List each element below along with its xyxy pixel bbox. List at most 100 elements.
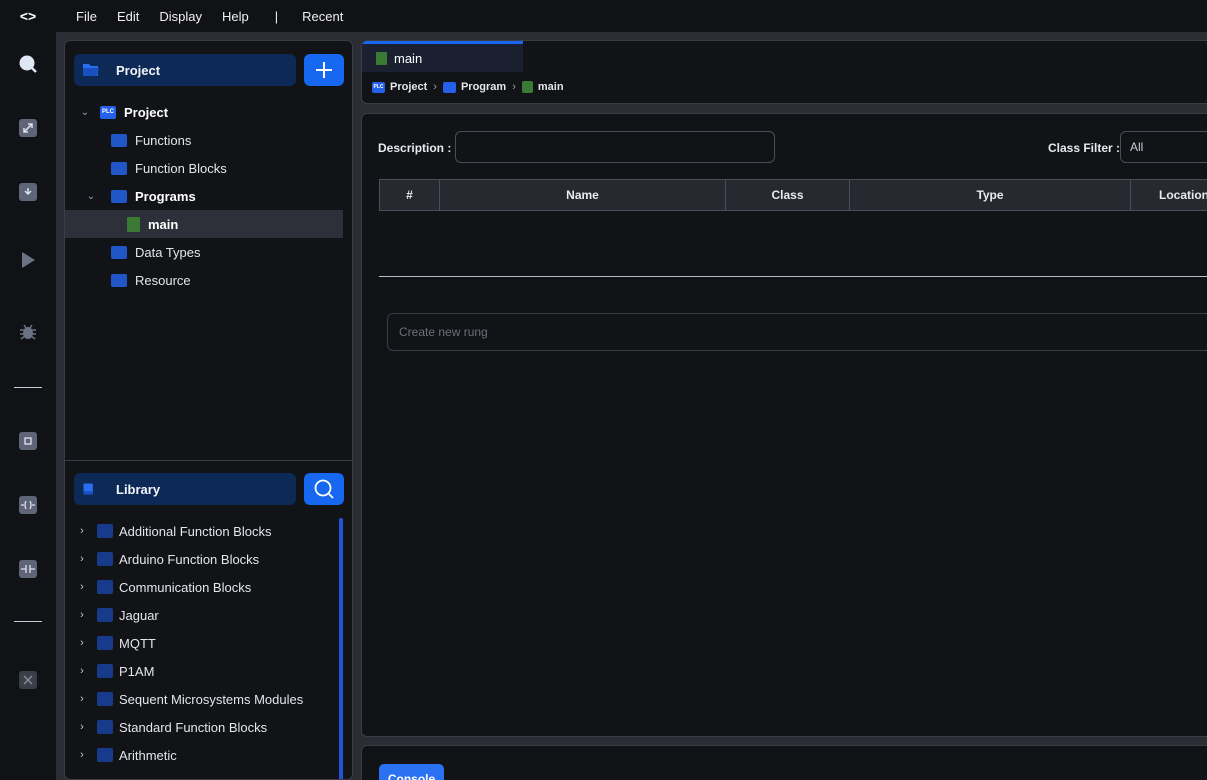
menu-help[interactable]: Help (222, 9, 249, 24)
tree-item-functions[interactable]: Functions (65, 126, 343, 154)
chevron-right-icon[interactable]: › (77, 581, 87, 593)
tree-item-programs[interactable]: ⌄ Programs (65, 182, 343, 210)
chevron-down-icon[interactable]: ⌄ (80, 107, 90, 118)
description-input[interactable] (455, 131, 775, 163)
search-icon[interactable] (18, 54, 38, 74)
folder-icon (97, 692, 113, 706)
class-filter-label: Class Filter : (1048, 141, 1121, 155)
tree-item-main[interactable]: main (65, 210, 343, 238)
library-header-title: Library (116, 481, 161, 497)
resource-icon (111, 273, 127, 287)
console-panel: Console (361, 745, 1207, 780)
column-header-class[interactable]: Class (726, 180, 850, 210)
library-item[interactable]: › Additional Function Blocks (65, 517, 337, 545)
library-item[interactable]: › Arithmetic (65, 741, 337, 769)
chevron-right-icon[interactable]: › (77, 749, 87, 761)
tree-item-label: Functions (135, 132, 192, 148)
library-item[interactable]: › Jaguar (65, 601, 337, 629)
menu-file[interactable]: File (76, 9, 97, 24)
library-item-label: Sequent Microsystems Modules (119, 691, 304, 707)
download-icon[interactable] (18, 182, 38, 202)
coil-icon[interactable] (18, 495, 38, 515)
chevron-right-icon: › (512, 81, 516, 93)
description-label: Description : (378, 141, 452, 155)
chevron-right-icon[interactable]: › (77, 721, 87, 733)
console-button[interactable]: Console (379, 764, 444, 780)
folder-icon (97, 720, 113, 734)
tab-main[interactable]: main (362, 41, 523, 72)
folder-icon (97, 664, 113, 678)
chevron-right-icon[interactable]: › (77, 609, 87, 621)
zoom-icon[interactable] (18, 118, 38, 138)
folder-icon (97, 748, 113, 762)
data-types-icon (111, 245, 127, 259)
library-item[interactable]: › MQTT (65, 629, 337, 657)
library-search-button[interactable] (304, 473, 344, 505)
menu-display[interactable]: Display (159, 9, 202, 24)
chevron-down-icon[interactable]: ⌄ (86, 191, 96, 202)
tree-item-label: Function Blocks (135, 160, 227, 176)
chevron-right-icon[interactable]: › (77, 693, 87, 705)
functions-icon (111, 133, 127, 147)
tree-item-data-types[interactable]: Data Types (65, 238, 343, 266)
column-header-index[interactable]: # (380, 180, 440, 210)
library-scrollbar[interactable] (339, 518, 343, 779)
breadcrumb-item[interactable]: main (538, 81, 564, 93)
breadcrumb-item[interactable]: Program (461, 81, 506, 93)
project-header[interactable]: Project (74, 54, 296, 86)
book-icon (83, 483, 93, 495)
library-item[interactable]: › Communication Blocks (65, 573, 337, 601)
tree-item-label: Resource (135, 272, 191, 288)
table-divider (379, 276, 1207, 277)
contact-icon[interactable] (18, 559, 38, 579)
menu-edit[interactable]: Edit (117, 9, 139, 24)
chevron-right-icon[interactable]: › (77, 637, 87, 649)
column-header-type[interactable]: Type (850, 180, 1131, 210)
folder-icon (97, 524, 113, 538)
chevron-right-icon[interactable]: › (77, 665, 87, 677)
variables-table-header: # Name Class Type Location (379, 179, 1207, 211)
library-header[interactable]: Library (74, 473, 296, 505)
library-item-label: Arithmetic (119, 747, 177, 763)
column-header-name[interactable]: Name (440, 180, 726, 210)
folder-icon (97, 552, 113, 566)
panel-divider[interactable] (65, 460, 352, 461)
breadcrumb: PLC Project › Program › main (372, 81, 564, 93)
editor-tabs-panel: main PLC Project › Program › main (361, 40, 1207, 104)
tree-item-function-blocks[interactable]: Function Blocks (65, 154, 343, 182)
library-item-label: Jaguar (119, 607, 159, 623)
debug-icon[interactable] (18, 322, 38, 342)
function-blocks-icon (111, 161, 127, 175)
column-header-location[interactable]: Location (1131, 180, 1207, 210)
tree-item-resource[interactable]: Resource (65, 266, 343, 294)
library-item-label: P1AM (119, 663, 155, 679)
file-icon (127, 216, 140, 232)
chevron-right-icon[interactable]: › (77, 553, 87, 565)
explorer-panel: Project ⌄ PLC Project Functions Function… (64, 40, 353, 780)
folder-icon (97, 636, 113, 650)
tree-item-project[interactable]: ⌄ PLC Project (65, 98, 343, 126)
class-filter-select[interactable]: All (1120, 131, 1207, 163)
app-logo-icon[interactable]: <> (0, 8, 56, 24)
menu-recent[interactable]: Recent (302, 9, 343, 24)
file-icon (376, 51, 387, 65)
plc-icon: PLC (372, 81, 385, 93)
close-icon[interactable] (18, 670, 38, 690)
chip-icon[interactable] (18, 431, 38, 451)
library-item[interactable]: › Arduino Function Blocks (65, 545, 337, 573)
add-button[interactable] (304, 54, 344, 86)
library-item-label: MQTT (119, 635, 156, 651)
chevron-right-icon[interactable]: › (77, 525, 87, 537)
library-item[interactable]: › Sequent Microsystems Modules (65, 685, 337, 713)
play-icon[interactable] (18, 250, 38, 270)
library-item-label: Arduino Function Blocks (119, 551, 260, 567)
plc-icon: PLC (100, 105, 116, 119)
library-item[interactable]: › P1AM (65, 657, 337, 685)
new-rung-input[interactable] (387, 313, 1207, 351)
tree-item-label: Project (124, 104, 169, 120)
chevron-right-icon: › (433, 81, 437, 93)
library-item[interactable]: › Standard Function Blocks (65, 713, 337, 741)
activity-bar (0, 32, 56, 780)
menu-bar: <> File Edit Display Help | Recent (0, 0, 1207, 32)
breadcrumb-item[interactable]: Project (390, 81, 427, 93)
